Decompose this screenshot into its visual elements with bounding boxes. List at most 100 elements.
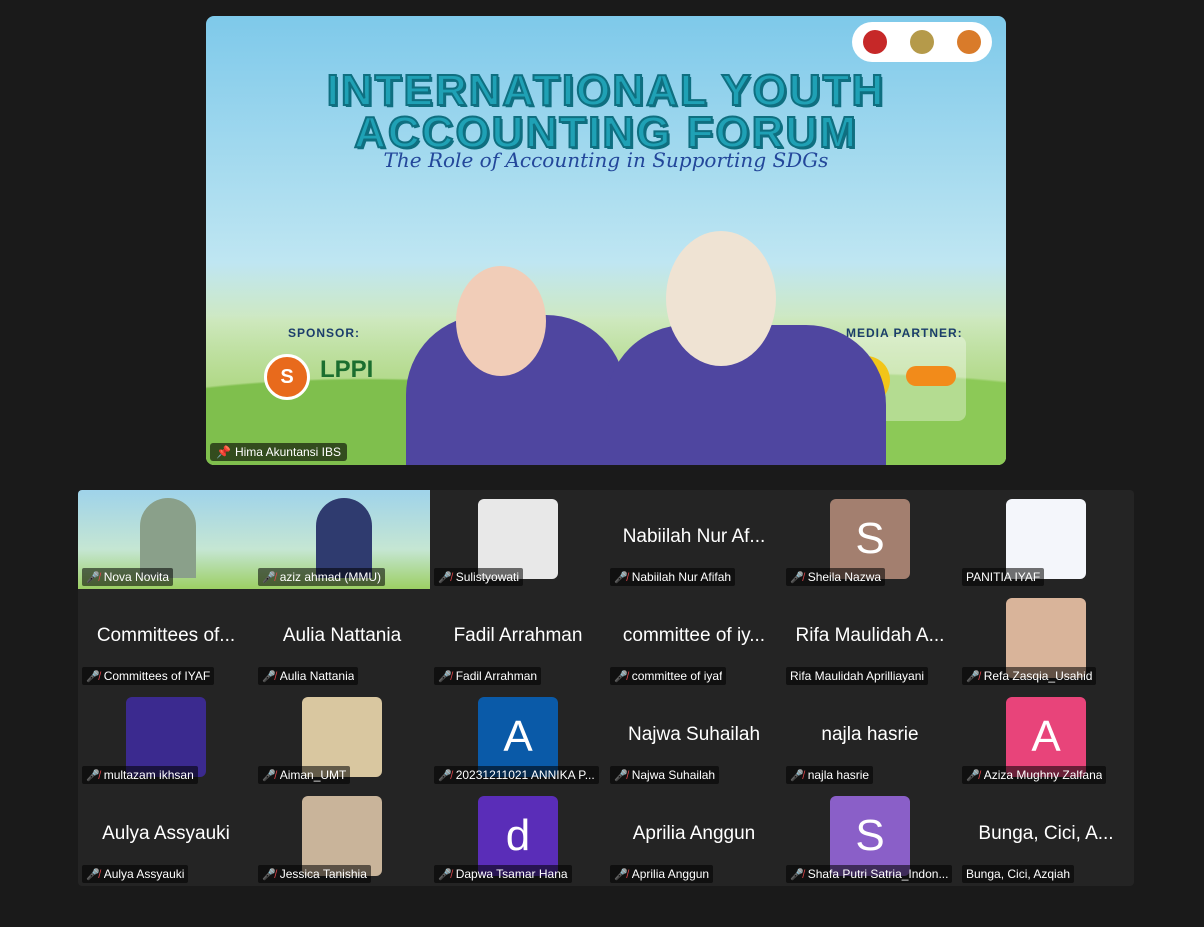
sponsor-logo-icon: S — [264, 354, 310, 400]
mic-muted-icon: 🎤̸ — [438, 571, 452, 584]
participant-tile[interactable]: S 🎤̸ Shafa Putri Satria_Indon... — [782, 787, 958, 886]
mic-muted-icon: 🎤̸ — [86, 769, 100, 782]
participant-name: Shafa Putri Satria_Indon... — [807, 867, 949, 881]
mic-muted-icon: 🎤̸ — [438, 868, 452, 881]
participant-tile[interactable]: committee of iy... 🎤̸ committee of iyaf — [606, 589, 782, 688]
participant-display-name: Fadil Arrahman — [453, 625, 583, 646]
participant-display-name: committee of iy... — [622, 625, 766, 646]
participant-name-label: 🎤̸ Shafa Putri Satria_Indon... — [786, 865, 953, 883]
mic-muted-icon: 🎤̸ — [790, 868, 804, 881]
mic-muted-icon: 🎤̸ — [262, 670, 276, 683]
participant-display-name: najla hasrie — [821, 724, 919, 745]
participant-avatar — [478, 499, 558, 579]
participant-tile[interactable]: A 🎤̸ Aziza Mughny Zalfana — [958, 688, 1134, 787]
participant-tile[interactable]: Rifa Maulidah A... Rifa Maulidah Aprillia… — [782, 589, 958, 688]
participant-tile[interactable]: 🎤̸ multazam ikhsan — [78, 688, 254, 787]
participant-display-name: Committees of... — [96, 625, 236, 646]
participant-name: Aulia Nattania — [279, 669, 355, 683]
sponsor-label: SPONSOR: — [288, 326, 361, 340]
participant-name: Aiman_UMT — [279, 768, 347, 782]
participant-tile[interactable]: PANITIA IYAF — [958, 490, 1134, 589]
participant-name: Aulya Assyauki — [103, 867, 185, 881]
mic-muted-icon: 🎤̸ — [614, 571, 628, 584]
participant-avatar: A — [1006, 697, 1086, 777]
speaker-name-label: 📌 Hima Akuntansi IBS — [210, 443, 348, 461]
active-speaker-video[interactable]: INTERNATIONAL YOUTH ACCOUNTING FORUM The… — [206, 16, 1006, 465]
participant-tile[interactable]: Aulia Nattania 🎤̸ Aulia Nattania — [254, 589, 430, 688]
participant-name-label: 🎤̸ 20231211021 ANNIKA P... — [434, 766, 599, 784]
participant-name-label: PANITIA IYAF — [962, 568, 1045, 586]
mic-muted-icon: 🎤̸ — [614, 868, 628, 881]
participant-avatar — [302, 796, 382, 876]
participant-display-name: Bunga, Cici, A... — [978, 823, 1114, 844]
media-partner-label: MEDIA PARTNER: — [846, 326, 963, 340]
participant-name-label: 🎤̸ Aulia Nattania — [258, 667, 359, 685]
participant-tile[interactable]: najla hasrie 🎤̸ najla hasrie — [782, 688, 958, 787]
participant-name-label: 🎤̸ Committees of IYAF — [82, 667, 215, 685]
participant-name-label: Rifa Maulidah Aprilliayani — [786, 667, 929, 685]
participant-avatar — [1006, 598, 1086, 678]
mic-muted-icon: 🎤̸ — [438, 769, 452, 782]
participant-tile[interactable]: A 🎤̸ 20231211021 ANNIKA P... — [430, 688, 606, 787]
participant-name: Najwa Suhailah — [631, 768, 716, 782]
participant-gallery: 🎤̸ Nova Novita 🎤̸ aziz ahmad (MMU) 🎤̸ Sulisty… — [78, 490, 1134, 886]
participant-name: Aziza Mughny Zalfana — [983, 768, 1103, 782]
participant-tile[interactable]: d 🎤̸ Dapwa Tsamar Hana — [430, 787, 606, 886]
participant-tile[interactable]: Najwa Suhailah 🎤̸ Najwa Suhailah — [606, 688, 782, 787]
mic-muted-icon: 🎤̸ — [86, 868, 100, 881]
participant-tile[interactable]: Committees of... 🎤̸ Committees of IYAF — [78, 589, 254, 688]
participant-tile[interactable]: Bunga, Cici, A... Bunga, Cici, Azqiah — [958, 787, 1134, 886]
logo-icon — [956, 30, 981, 54]
organizer-logos — [852, 22, 992, 62]
participant-tile[interactable]: 🎤̸ Jessica Tanishia — [254, 787, 430, 886]
participant-name-label: 🎤̸ najla hasrie — [786, 766, 874, 784]
participant-name-label: 🎤̸ multazam ikhsan — [82, 766, 198, 784]
speaker-name: Hima Akuntansi IBS — [234, 445, 342, 459]
participant-name-label: 🎤̸ Aulya Assyauki — [82, 865, 189, 883]
participant-tile[interactable]: S 🎤̸ Sheila Nazwa — [782, 490, 958, 589]
mic-muted-icon: 🎤̸ — [790, 571, 804, 584]
participant-name: Refa Zasqia_Usahid — [983, 669, 1093, 683]
participant-display-name: Aulya Assyauki — [102, 823, 230, 844]
mic-muted-icon: 🎤̸ — [86, 670, 100, 683]
participant-display-name: Rifa Maulidah A... — [795, 625, 945, 646]
participant-avatar — [126, 697, 206, 777]
lppi-logo: LPPI — [320, 356, 374, 383]
participant-name: Jessica Tanishia — [279, 867, 367, 881]
participant-name: aziz ahmad (MMU) — [279, 570, 382, 584]
event-subtitle: The Role of Accounting in Supporting SDG… — [383, 148, 829, 172]
presenter-right-hijab — [666, 231, 776, 366]
media-partner-logo-icon — [906, 366, 956, 386]
participant-tile[interactable]: Fadil Arrahman 🎤̸ Fadil Arrahman — [430, 589, 606, 688]
participant-tile[interactable]: 🎤̸ aziz ahmad (MMU) — [254, 490, 430, 589]
participant-tile[interactable]: 🎤̸ Sulistyowati — [430, 490, 606, 589]
participant-name: Sheila Nazwa — [807, 570, 882, 584]
mic-muted-icon: 🎤̸ — [86, 571, 100, 584]
participant-name: Nova Novita — [103, 570, 170, 584]
participant-name-label: 🎤̸ Jessica Tanishia — [258, 865, 371, 883]
participant-tile[interactable]: 🎤̸ Nova Novita — [78, 490, 254, 589]
participant-name: Bunga, Cici, Azqiah — [966, 867, 1071, 881]
participant-avatar — [302, 697, 382, 777]
participant-name-label: 🎤̸ Dapwa Tsamar Hana — [434, 865, 572, 883]
mic-muted-icon: 🎤̸ — [966, 670, 980, 683]
participant-tile[interactable]: 🎤̸ Refa Zasqia_Usahid — [958, 589, 1134, 688]
mic-muted-icon: 🎤̸ — [966, 769, 980, 782]
presenter-left-head — [456, 266, 546, 376]
participant-avatar: S — [830, 499, 910, 579]
participant-name: Sulistyowati — [455, 570, 520, 584]
participant-name-label: 🎤̸ Aprilia Anggun — [610, 865, 714, 883]
mic-muted-icon: 🎤̸ — [262, 769, 276, 782]
participant-name-label: 🎤̸ Nabiilah Nur Afifah — [610, 568, 736, 586]
participant-name: committee of iyaf — [631, 669, 723, 683]
participant-video-person — [140, 498, 196, 578]
participant-tile[interactable]: Nabiilah Nur Af... 🎤̸ Nabiilah Nur Afifah — [606, 490, 782, 589]
participant-name-label: 🎤̸ Aiman_UMT — [258, 766, 351, 784]
participant-display-name: Nabiilah Nur Af... — [622, 526, 766, 547]
participant-name-label: 🎤̸ Nova Novita — [82, 568, 174, 586]
pin-icon: 📌 — [216, 445, 231, 459]
participant-name: Fadil Arrahman — [455, 669, 538, 683]
participant-tile[interactable]: Aprilia Anggun 🎤̸ Aprilia Anggun — [606, 787, 782, 886]
participant-tile[interactable]: 🎤̸ Aiman_UMT — [254, 688, 430, 787]
participant-tile[interactable]: Aulya Assyauki 🎤̸ Aulya Assyauki — [78, 787, 254, 886]
